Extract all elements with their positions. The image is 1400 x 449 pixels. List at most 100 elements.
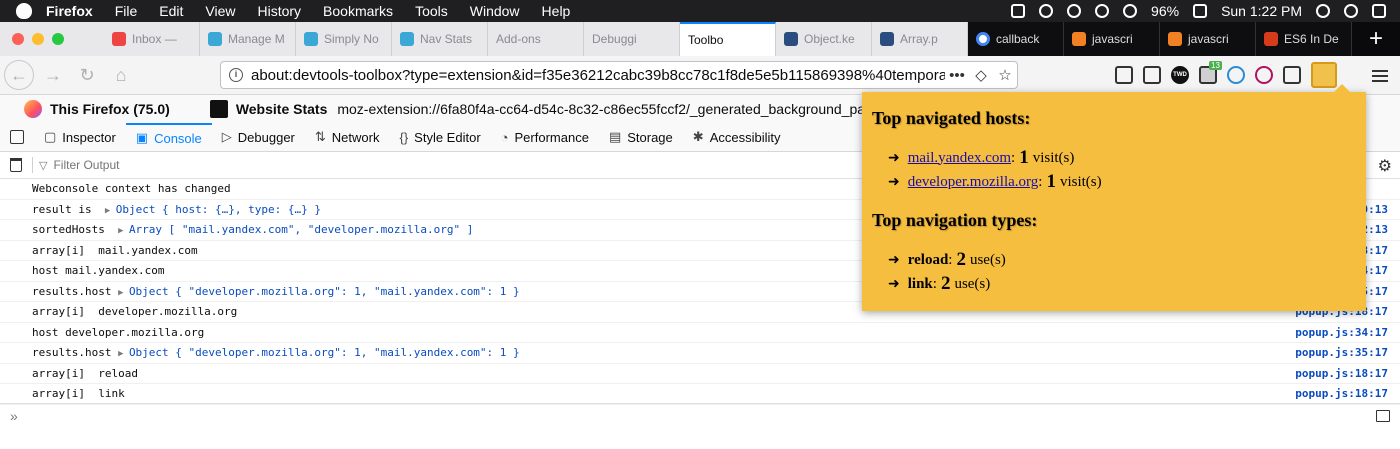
forward-button[interactable]: →	[38, 60, 68, 90]
editor-mode-toggle-icon[interactable]	[1376, 410, 1390, 422]
tab-inspector[interactable]: ▢ Inspector	[34, 123, 126, 151]
tab-accessibility[interactable]: ✱ Accessibility	[683, 123, 791, 151]
menu-bookmarks[interactable]: Bookmarks	[323, 3, 393, 19]
tab-javascript-2[interactable]: javascri	[1160, 22, 1256, 56]
tab-label: Add-ons	[496, 32, 541, 46]
zoom-window-button[interactable]	[52, 33, 64, 45]
tab-nav-stats[interactable]: Nav Stats	[392, 22, 488, 56]
element-picker-icon[interactable]	[10, 130, 24, 144]
sidebar-icon[interactable]	[1143, 66, 1161, 84]
extension-target-name[interactable]: Website Stats	[236, 101, 328, 117]
notes-extension-icon[interactable]	[1283, 66, 1301, 84]
storage-icon: ▤	[608, 129, 622, 144]
tab-debugging[interactable]: Debuggi	[584, 22, 680, 56]
tab-console[interactable]: ▣ Console	[125, 123, 212, 151]
globe-extension-icon[interactable]	[1227, 66, 1245, 84]
object-preview[interactable]: Object { "developer.mozilla.org": 1, "ma…	[129, 285, 520, 298]
filter-output-input[interactable]	[51, 157, 356, 173]
host-link[interactable]: developer.mozilla.org	[908, 174, 1039, 191]
library-icon[interactable]	[1115, 66, 1133, 84]
close-window-button[interactable]	[12, 33, 24, 45]
clock[interactable]: Sun 1:22 PM	[1221, 3, 1302, 19]
tab-inbox[interactable]: Inbox —	[104, 22, 200, 56]
expand-twisty-icon[interactable]: ▶	[105, 206, 116, 216]
inspector-icon: ▢	[44, 129, 57, 144]
hosts-heading: Top navigated hosts:	[872, 108, 1031, 128]
tab-callback[interactable]: callback	[968, 22, 1064, 56]
menu-view[interactable]: View	[205, 3, 235, 19]
extension-badge-icon[interactable]: 13	[1199, 61, 1222, 84]
expand-twisty-icon[interactable]: ▶	[118, 288, 129, 298]
tab-storage[interactable]: ▤ Storage	[599, 123, 683, 151]
site-info-icon[interactable]: i	[229, 68, 243, 82]
twd-extension-icon[interactable]: TWD	[1171, 66, 1189, 84]
use-count: 2	[956, 249, 966, 270]
reload-button[interactable]: ↻	[72, 60, 102, 90]
page-actions-icon[interactable]: •••	[945, 67, 969, 84]
time-machine-icon[interactable]	[1067, 4, 1082, 18]
spotlight-icon[interactable]	[1316, 4, 1330, 18]
siri-icon[interactable]	[1344, 4, 1358, 18]
source-location-link[interactable]: popup.js:34:17	[1295, 326, 1388, 339]
console-message: array[i] link	[32, 387, 125, 401]
tab-manage[interactable]: Manage M	[200, 22, 296, 56]
tab-performance[interactable]: ◔ Performance	[491, 123, 599, 151]
url-text[interactable]: about:devtools-toolbox?type=extension&id…	[251, 67, 945, 84]
popup-arrow	[1334, 84, 1350, 92]
object-preview[interactable]: Object { host: {…}, type: {…} }	[116, 203, 321, 216]
expand-twisty-icon[interactable]: ▶	[118, 226, 129, 236]
dropbox-icon[interactable]	[1011, 4, 1026, 18]
apple-icon[interactable]	[16, 3, 32, 19]
menu-help[interactable]: Help	[542, 3, 571, 19]
menu-edit[interactable]: Edit	[159, 3, 183, 19]
expand-twisty-icon[interactable]: ▶	[118, 349, 129, 359]
source-location-link[interactable]: popup.js:18:17	[1295, 367, 1388, 380]
notification-center-icon[interactable]	[1372, 4, 1386, 18]
tab-addons[interactable]: Add-ons	[488, 22, 584, 56]
back-button[interactable]: ←	[4, 60, 34, 90]
menu-app-name[interactable]: Firefox	[46, 3, 93, 19]
browser-target[interactable]: This Firefox (75.0)	[50, 101, 170, 117]
tab-label: Storage	[627, 129, 673, 145]
menu-window[interactable]: Window	[470, 3, 520, 19]
tab-object-keys[interactable]: Object.ke	[776, 22, 872, 56]
menu-file[interactable]: File	[115, 3, 138, 19]
tab-style-editor[interactable]: {} Style Editor	[389, 123, 490, 151]
menu-tools[interactable]: Tools	[415, 3, 448, 19]
source-location-link[interactable]: popup.js:35:17	[1295, 346, 1388, 359]
minimize-window-button[interactable]	[32, 33, 44, 45]
tab-label: Inbox —	[132, 32, 177, 46]
battery-icon[interactable]	[1193, 4, 1208, 18]
puzzle-icon	[304, 32, 318, 46]
pocket-icon[interactable]: ◇	[969, 66, 993, 84]
object-preview[interactable]: Object { "developer.mozilla.org": 1, "ma…	[129, 346, 520, 359]
new-tab-button[interactable]: +	[1352, 22, 1400, 56]
array-preview[interactable]: Array [ "mail.yandex.com", "developer.mo…	[129, 223, 473, 236]
battery-percent[interactable]: 96%	[1151, 3, 1179, 19]
wifi-icon[interactable]	[1095, 4, 1110, 18]
home-button[interactable]: ⌂	[106, 60, 136, 90]
type-item: ➜ link:2 use(s)	[888, 273, 991, 294]
source-location-link[interactable]: popup.js:18:17	[1295, 387, 1388, 400]
tab-network[interactable]: ⇅ Network	[305, 123, 390, 151]
menubar-status-area: 96% Sun 1:22 PM	[1011, 0, 1386, 22]
tab-label: callback	[996, 32, 1040, 46]
bug-extension-icon[interactable]	[1255, 66, 1273, 84]
volume-icon[interactable]	[1123, 4, 1138, 18]
console-settings-gear-icon[interactable]: ⚙	[1378, 156, 1392, 176]
host-link[interactable]: mail.yandex.com	[908, 150, 1011, 167]
tab-array-proto[interactable]: Array.p	[872, 22, 968, 56]
bookmark-star-icon[interactable]: ☆	[993, 66, 1017, 84]
clear-console-trash-icon[interactable]	[10, 158, 22, 172]
console-input[interactable]: »	[0, 403, 1400, 428]
tab-debugger[interactable]: ▷ Debugger	[212, 123, 305, 151]
hamburger-menu-icon[interactable]	[1372, 70, 1388, 82]
url-bar[interactable]: i about:devtools-toolbox?type=extension&…	[220, 61, 1018, 89]
tab-es6-in-depth[interactable]: ES6 In De	[1256, 22, 1352, 56]
tab-simply[interactable]: Simply No	[296, 22, 392, 56]
console-message: array[i] mail.yandex.com	[32, 243, 198, 257]
tab-toolbox[interactable]: Toolbo	[680, 22, 776, 56]
cloud-icon[interactable]	[1039, 4, 1054, 18]
menu-history[interactable]: History	[257, 3, 301, 19]
tab-javascript-1[interactable]: javascri	[1064, 22, 1160, 56]
